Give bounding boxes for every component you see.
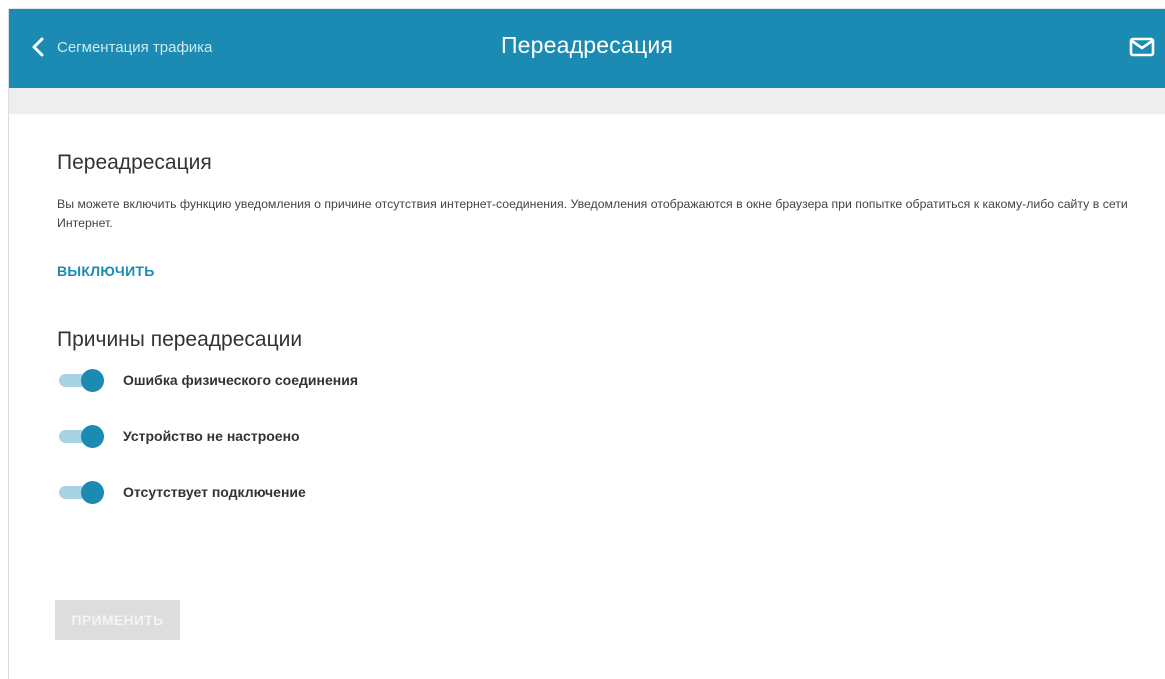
app-frame: Сегментация трафика Переадресация Переад… — [8, 8, 1165, 679]
mail-icon[interactable] — [1129, 36, 1155, 58]
reason-label: Отсутствует подключение — [123, 484, 306, 500]
header-subbar — [9, 88, 1165, 114]
reason-toggle-no-connection[interactable] — [59, 480, 105, 504]
reason-toggle-not-configured[interactable] — [59, 424, 105, 448]
reason-row-physical-error: Ошибка физического соединения — [59, 368, 358, 392]
reasons-title: Причины переадресации — [57, 328, 303, 351]
disable-link[interactable]: ВЫКЛЮЧИТЬ — [57, 263, 155, 279]
section-title: Переадресация — [57, 151, 212, 174]
reason-row-not-configured: Устройство не настроено — [59, 424, 300, 448]
page-title: Переадресация — [500, 32, 674, 58]
top-header: Сегментация трафика Переадресация — [9, 9, 1165, 88]
apply-button[interactable]: ПРИМЕНИТЬ — [55, 600, 180, 640]
reason-toggle-physical-error[interactable] — [59, 368, 105, 392]
reason-row-no-connection: Отсутствует подключение — [59, 480, 306, 504]
main-content: Переадресация Вы можете включить функцию… — [9, 114, 1165, 679]
reason-label: Устройство не настроено — [123, 428, 300, 444]
reason-label: Ошибка физического соединения — [123, 372, 358, 388]
section-description: Вы можете включить функцию уведомления о… — [57, 197, 1128, 230]
